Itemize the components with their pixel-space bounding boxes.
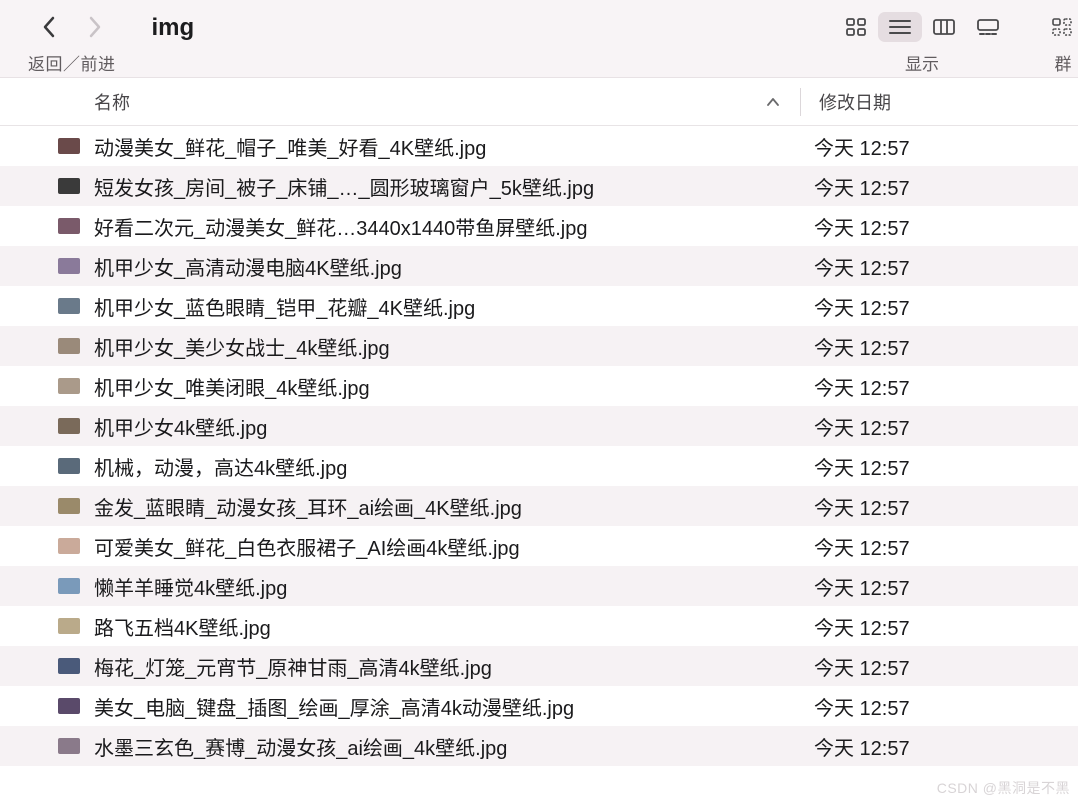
file-row[interactable]: 美女_电脑_键盘_插图_绘画_厚涂_高清4k动漫壁纸.jpg今天 12:57 <box>0 686 1078 726</box>
column-date-label: 修改日期 <box>819 93 891 113</box>
group-control: 群 <box>1048 10 1078 75</box>
column-header-date[interactable]: 修改日期 <box>801 89 1078 115</box>
file-name: 机甲少女_美少女战士_4k壁纸.jpg <box>94 332 794 361</box>
group-icon <box>1052 18 1074 36</box>
file-thumbnail <box>58 258 80 274</box>
group-button[interactable] <box>1048 12 1078 42</box>
file-name: 机甲少女_高清动漫电脑4K壁纸.jpg <box>94 252 794 281</box>
file-row[interactable]: 机甲少女4k壁纸.jpg今天 12:57 <box>0 406 1078 446</box>
file-name: 动漫美女_鲜花_帽子_唯美_好看_4K壁纸.jpg <box>94 132 794 161</box>
file-row[interactable]: 机械，动漫，高达4k壁纸.jpg今天 12:57 <box>0 446 1078 486</box>
file-thumbnail <box>58 298 80 314</box>
file-name: 机甲少女_蓝色眼睛_铠甲_花瓣_4K壁纸.jpg <box>94 292 794 321</box>
column-header-row: 名称 修改日期 <box>0 78 1078 126</box>
file-date: 今天 12:57 <box>794 692 910 721</box>
column-name-label: 名称 <box>94 89 130 115</box>
column-header-name[interactable]: 名称 <box>0 89 800 115</box>
view-list-button[interactable] <box>878 12 922 42</box>
file-name: 路飞五档4K壁纸.jpg <box>94 612 794 641</box>
columns-icon <box>933 19 955 35</box>
file-date: 今天 12:57 <box>794 572 910 601</box>
file-thumbnail <box>58 618 80 634</box>
file-thumbnail <box>58 138 80 154</box>
nav-group: 返回／前进 <box>28 10 116 75</box>
view-column-button[interactable] <box>922 12 966 42</box>
file-name: 金发_蓝眼睛_动漫女孩_耳环_ai绘画_4K壁纸.jpg <box>94 492 794 521</box>
watermark: CSDN @黑洞是不黑 <box>937 778 1070 798</box>
file-thumbnail <box>58 698 80 714</box>
file-date: 今天 12:57 <box>794 612 910 641</box>
file-row[interactable]: 动漫美女_鲜花_帽子_唯美_好看_4K壁纸.jpg今天 12:57 <box>0 126 1078 166</box>
window-title: img <box>152 14 195 42</box>
file-date: 今天 12:57 <box>794 172 910 201</box>
forward-button[interactable] <box>84 13 106 41</box>
file-name: 机甲少女_唯美闭眼_4k壁纸.jpg <box>94 372 794 401</box>
back-button[interactable] <box>38 13 60 41</box>
file-row[interactable]: 短发女孩_房间_被子_床铺_…_圆形玻璃窗户_5k壁纸.jpg今天 12:57 <box>0 166 1078 206</box>
file-date: 今天 12:57 <box>794 332 910 361</box>
file-thumbnail <box>58 538 80 554</box>
file-thumbnail <box>58 378 80 394</box>
file-name: 懒羊羊睡觉4k壁纸.jpg <box>94 572 794 601</box>
file-thumbnail <box>58 178 80 194</box>
file-row[interactable]: 水墨三玄色_赛博_动漫女孩_ai绘画_4k壁纸.jpg今天 12:57 <box>0 726 1078 766</box>
file-name: 可爱美女_鲜花_白色衣服裙子_AI绘画4k壁纸.jpg <box>94 532 794 561</box>
view-gallery-button[interactable] <box>966 12 1010 42</box>
file-date: 今天 12:57 <box>794 732 910 761</box>
file-name: 机械，动漫，高达4k壁纸.jpg <box>94 452 794 481</box>
file-thumbnail <box>58 418 80 434</box>
file-row[interactable]: 梅花_灯笼_元宵节_原神甘雨_高清4k壁纸.jpg今天 12:57 <box>0 646 1078 686</box>
file-row[interactable]: 机甲少女_唯美闭眼_4k壁纸.jpg今天 12:57 <box>0 366 1078 406</box>
group-label: 群 <box>1055 50 1072 75</box>
file-date: 今天 12:57 <box>794 492 910 521</box>
file-thumbnail <box>58 658 80 674</box>
file-name: 梅花_灯笼_元宵节_原神甘雨_高清4k壁纸.jpg <box>94 652 794 681</box>
file-name: 美女_电脑_键盘_插图_绘画_厚涂_高清4k动漫壁纸.jpg <box>94 692 794 721</box>
file-name: 好看二次元_动漫美女_鲜花…3440x1440带鱼屏壁纸.jpg <box>94 212 794 241</box>
file-list: 动漫美女_鲜花_帽子_唯美_好看_4K壁纸.jpg今天 12:57短发女孩_房间… <box>0 126 1078 766</box>
view-group: 显示 <box>834 10 1010 75</box>
file-name: 水墨三玄色_赛博_动漫女孩_ai绘画_4k壁纸.jpg <box>94 732 794 761</box>
file-date: 今天 12:57 <box>794 412 910 441</box>
file-date: 今天 12:57 <box>794 452 910 481</box>
file-row[interactable]: 懒羊羊睡觉4k壁纸.jpg今天 12:57 <box>0 566 1078 606</box>
file-row[interactable]: 路飞五档4K壁纸.jpg今天 12:57 <box>0 606 1078 646</box>
file-thumbnail <box>58 578 80 594</box>
file-row[interactable]: 机甲少女_美少女战士_4k壁纸.jpg今天 12:57 <box>0 326 1078 366</box>
file-thumbnail <box>58 338 80 354</box>
file-date: 今天 12:57 <box>794 212 910 241</box>
nav-label: 返回／前进 <box>28 50 116 75</box>
file-date: 今天 12:57 <box>794 132 910 161</box>
toolbar: 返回／前进 img 显示 群 <box>0 0 1078 78</box>
file-thumbnail <box>58 498 80 514</box>
grid-icon <box>846 18 866 36</box>
file-thumbnail <box>58 458 80 474</box>
sort-indicator <box>766 91 780 112</box>
file-row[interactable]: 金发_蓝眼睛_动漫女孩_耳环_ai绘画_4K壁纸.jpg今天 12:57 <box>0 486 1078 526</box>
gallery-icon <box>977 19 999 35</box>
file-name: 短发女孩_房间_被子_床铺_…_圆形玻璃窗户_5k壁纸.jpg <box>94 172 794 201</box>
file-row[interactable]: 可爱美女_鲜花_白色衣服裙子_AI绘画4k壁纸.jpg今天 12:57 <box>0 526 1078 566</box>
file-row[interactable]: 机甲少女_高清动漫电脑4K壁纸.jpg今天 12:57 <box>0 246 1078 286</box>
file-name: 机甲少女4k壁纸.jpg <box>94 412 794 441</box>
file-thumbnail <box>58 738 80 754</box>
file-date: 今天 12:57 <box>794 252 910 281</box>
file-row[interactable]: 机甲少女_蓝色眼睛_铠甲_花瓣_4K壁纸.jpg今天 12:57 <box>0 286 1078 326</box>
file-date: 今天 12:57 <box>794 652 910 681</box>
file-date: 今天 12:57 <box>794 292 910 321</box>
file-row[interactable]: 好看二次元_动漫美女_鲜花…3440x1440带鱼屏壁纸.jpg今天 12:57 <box>0 206 1078 246</box>
chevron-right-icon <box>88 16 102 38</box>
file-thumbnail <box>58 218 80 234</box>
file-date: 今天 12:57 <box>794 372 910 401</box>
view-icon-button[interactable] <box>834 12 878 42</box>
file-date: 今天 12:57 <box>794 532 910 561</box>
list-icon <box>889 19 911 35</box>
view-label: 显示 <box>905 50 939 75</box>
chevron-up-icon <box>766 97 780 107</box>
chevron-left-icon <box>42 16 56 38</box>
